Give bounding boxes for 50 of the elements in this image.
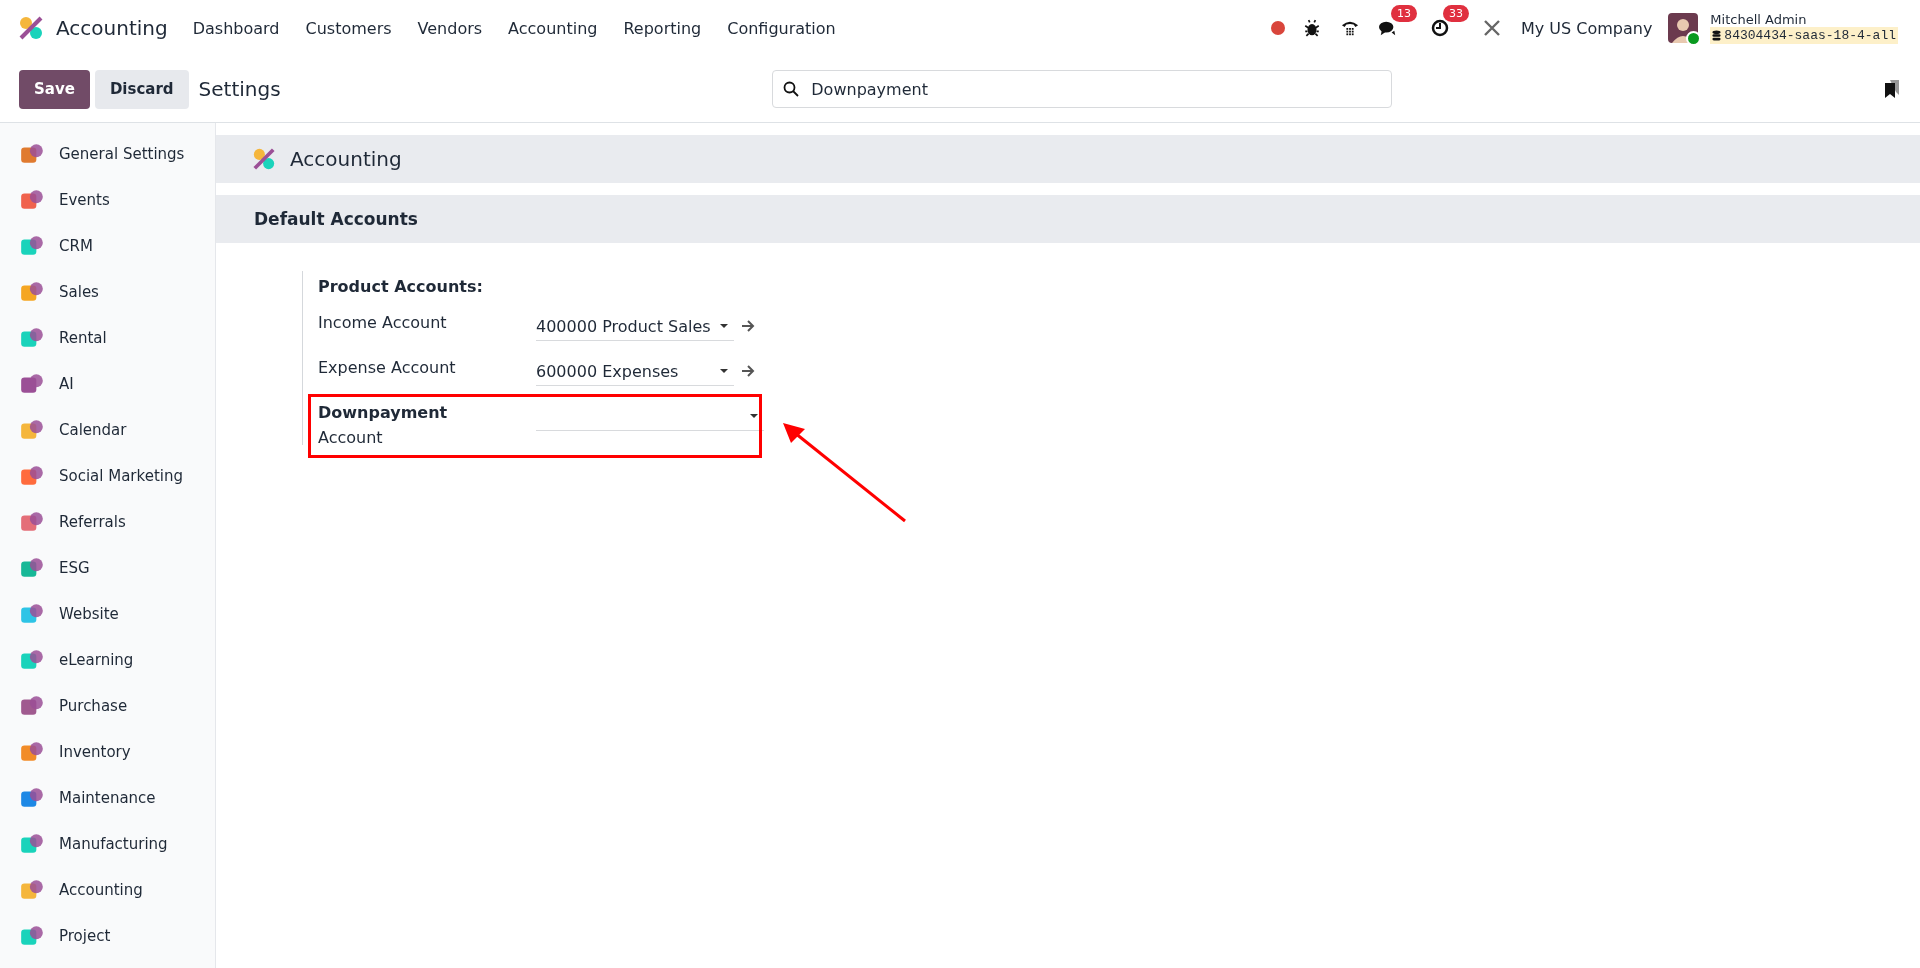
database-icon bbox=[1712, 30, 1722, 41]
sidebar-item[interactable]: General Settings bbox=[0, 131, 215, 177]
sidebar-item[interactable]: Rental bbox=[0, 315, 215, 361]
sidebar-item[interactable]: Purchase bbox=[0, 683, 215, 729]
chat-icon[interactable] bbox=[1378, 19, 1397, 37]
app-header-title: Accounting bbox=[290, 147, 402, 171]
field-label: Downpayment Account bbox=[318, 402, 449, 449]
bookmark-icon[interactable] bbox=[1884, 79, 1900, 99]
field-label: Expense Account bbox=[318, 357, 457, 379]
menu-item[interactable]: Reporting bbox=[610, 18, 715, 38]
counter-badge: 13 bbox=[1390, 5, 1417, 22]
recording-dot-icon[interactable] bbox=[1270, 21, 1285, 35]
menu-item[interactable]: Configuration bbox=[714, 18, 849, 38]
save-button[interactable]: Save bbox=[19, 69, 90, 109]
sidebar-item[interactable]: Project bbox=[0, 913, 215, 959]
avatar-icon[interactable] bbox=[1668, 13, 1699, 43]
phone-icon[interactable] bbox=[1340, 19, 1359, 37]
database-name: 84304434-saas-18-4-all bbox=[1724, 28, 1896, 43]
menu-item[interactable]: Accounting bbox=[495, 18, 611, 38]
sidebar-item[interactable]: Sales bbox=[0, 269, 215, 315]
app-logo-icon bbox=[252, 147, 276, 171]
sidebar-item[interactable]: Maintenance bbox=[0, 775, 215, 821]
counter-badge: 33 bbox=[1442, 5, 1469, 22]
sidebar-item[interactable]: Calendar bbox=[0, 407, 215, 453]
bug-icon[interactable] bbox=[1302, 19, 1321, 37]
sidebar-item[interactable]: Accounting bbox=[0, 867, 215, 913]
app-name[interactable]: Accounting bbox=[56, 16, 168, 40]
user-name[interactable]: Mitchell Admin bbox=[1710, 12, 1898, 27]
group-title: Product Accounts: bbox=[318, 276, 484, 298]
sidebar-item[interactable]: Inventory bbox=[0, 729, 215, 775]
sidebar-item[interactable]: Website bbox=[0, 591, 215, 637]
breadcrumb-title: Settings bbox=[198, 77, 281, 101]
sidebar-item[interactable]: ESG bbox=[0, 545, 215, 591]
menu-item[interactable]: Dashboard bbox=[179, 18, 293, 38]
sidebar-item[interactable]: Referrals bbox=[0, 499, 215, 545]
clock-icon[interactable] bbox=[1430, 19, 1449, 37]
sidebar-item[interactable]: Manufacturing bbox=[0, 821, 215, 867]
discard-button[interactable]: Discard bbox=[94, 69, 189, 109]
sidebar-item[interactable]: Social Marketing bbox=[0, 453, 215, 499]
field-label: Income Account bbox=[318, 312, 448, 334]
sidebar-item[interactable]: CRM bbox=[0, 223, 215, 269]
sidebar-item[interactable]: AI bbox=[0, 361, 215, 407]
section-title: Default Accounts bbox=[254, 209, 418, 229]
sidebar-item[interactable]: Events bbox=[0, 177, 215, 223]
menu-item[interactable]: Vendors bbox=[404, 18, 496, 38]
search-field[interactable]: Downpayment bbox=[772, 70, 1393, 108]
menu-item[interactable]: Customers bbox=[292, 18, 405, 38]
app-logo-icon[interactable] bbox=[18, 15, 44, 41]
company-name[interactable]: My US Company bbox=[1520, 18, 1653, 38]
sidebar-item[interactable]: eLearning bbox=[0, 637, 215, 683]
